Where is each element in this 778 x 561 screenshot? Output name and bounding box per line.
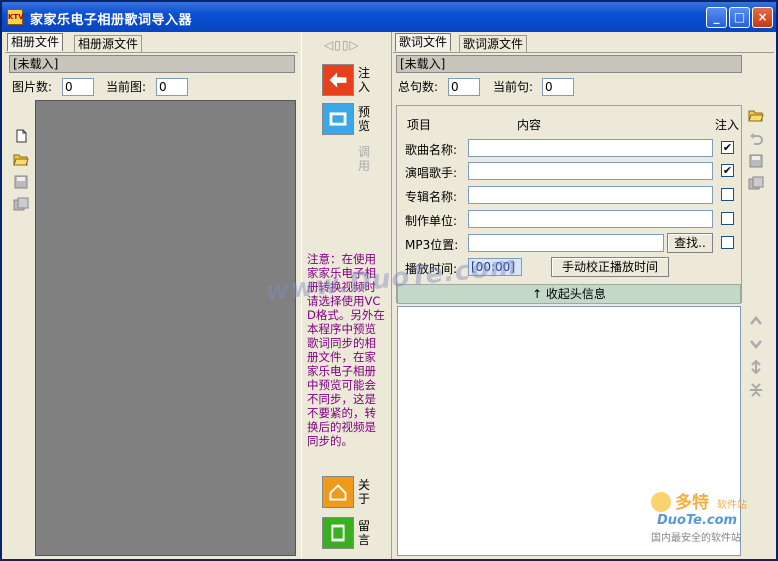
- singer-label: 演唱歌手:: [405, 166, 458, 180]
- duote-logo-icon: 多特 软件站 DuoTe.com 国内最安全的软件站: [651, 492, 747, 544]
- current-line-field[interactable]: 0: [542, 78, 574, 96]
- open-folder-icon[interactable]: [748, 107, 764, 123]
- header-content: 内容: [517, 118, 542, 132]
- tab-divider: [5, 52, 298, 53]
- album-name-checkbox[interactable]: [721, 188, 734, 201]
- tab-album-source[interactable]: 相册源文件: [74, 35, 143, 53]
- call-label: 调用: [358, 145, 371, 173]
- title-bar[interactable]: KTV 家家乐电子相册歌词导入器 _ □ ×: [2, 2, 776, 32]
- singer-field[interactable]: [468, 162, 713, 180]
- song-name-field[interactable]: [468, 139, 713, 157]
- current-photo-label: 当前图:: [106, 80, 147, 94]
- lyric-status: [未载入]: [396, 55, 742, 73]
- total-lines-field[interactable]: 0: [448, 78, 480, 96]
- collapse-icon[interactable]: [748, 382, 764, 398]
- open-folder-icon[interactable]: [13, 151, 29, 167]
- logo-text: 多特: [675, 492, 709, 513]
- minimize-button[interactable]: _: [706, 7, 727, 28]
- album-name-field[interactable]: [468, 186, 713, 204]
- close-button[interactable]: ×: [752, 7, 773, 28]
- move-down-icon[interactable]: [748, 336, 764, 352]
- logo-sub: 软件站: [717, 498, 747, 511]
- producer-label: 制作单位:: [405, 214, 458, 228]
- browse-button[interactable]: 查找..: [667, 233, 713, 253]
- move-up-icon[interactable]: [748, 313, 764, 329]
- save-icon[interactable]: [748, 153, 764, 169]
- tab-divider: [393, 52, 774, 53]
- window-title: 家家乐电子相册歌词导入器: [30, 13, 193, 28]
- tab-album-file[interactable]: 相册文件: [7, 33, 64, 51]
- save-as-icon[interactable]: [13, 197, 29, 213]
- about-label[interactable]: 关于: [358, 478, 372, 506]
- main-window: KTV 家家乐电子相册歌词导入器 _ □ × 相册文件 相册源文件 [未载入] …: [0, 0, 778, 561]
- logo-domain: DuoTe.com: [657, 513, 737, 528]
- header-item: 项目: [407, 118, 432, 132]
- preview-label[interactable]: 预览: [358, 105, 372, 133]
- header-inject: 注入: [715, 118, 740, 132]
- album-status: [未载入]: [9, 55, 295, 73]
- album-name-label: 专辑名称:: [405, 190, 458, 204]
- mp3-location-checkbox[interactable]: [721, 236, 734, 249]
- album-preview-area[interactable]: [35, 100, 296, 556]
- maximize-button[interactable]: □: [729, 7, 750, 28]
- producer-checkbox[interactable]: [721, 212, 734, 225]
- tab-lyric-file[interactable]: 歌词文件: [395, 33, 452, 51]
- nav-arrows[interactable]: ◁▯▯▷: [324, 38, 360, 52]
- save-icon[interactable]: [13, 174, 29, 190]
- total-lines-label: 总句数:: [398, 80, 439, 94]
- current-photo-field[interactable]: 0: [156, 78, 188, 96]
- message-label[interactable]: 留言: [358, 519, 372, 547]
- inject-label[interactable]: 注入: [358, 66, 372, 94]
- calibrate-time-button[interactable]: 手动校正播放时间: [551, 257, 669, 277]
- song-name-checkbox[interactable]: ✔: [721, 141, 734, 154]
- logo-slogan: 国内最安全的软件站: [651, 531, 741, 544]
- tab-lyric-source[interactable]: 歌词源文件: [459, 35, 528, 53]
- current-line-label: 当前句:: [493, 80, 534, 94]
- song-name-label: 歌曲名称:: [405, 143, 458, 157]
- expand-icon[interactable]: [748, 359, 764, 375]
- message-icon[interactable]: [322, 517, 354, 549]
- about-icon[interactable]: [322, 476, 354, 508]
- save-as-icon[interactable]: [748, 176, 764, 192]
- photo-count-field[interactable]: 0: [62, 78, 94, 96]
- preview-icon[interactable]: [322, 103, 354, 135]
- app-icon: KTV: [7, 9, 24, 25]
- new-icon[interactable]: [13, 128, 29, 144]
- producer-field[interactable]: [468, 210, 713, 228]
- mp3-location-field[interactable]: [468, 234, 664, 252]
- mp3-location-label: MP3位置:: [405, 238, 459, 252]
- inject-icon[interactable]: [322, 64, 354, 96]
- singer-checkbox[interactable]: ✔: [721, 164, 734, 177]
- photo-count-label: 图片数:: [12, 80, 53, 94]
- undo-icon[interactable]: [748, 130, 764, 146]
